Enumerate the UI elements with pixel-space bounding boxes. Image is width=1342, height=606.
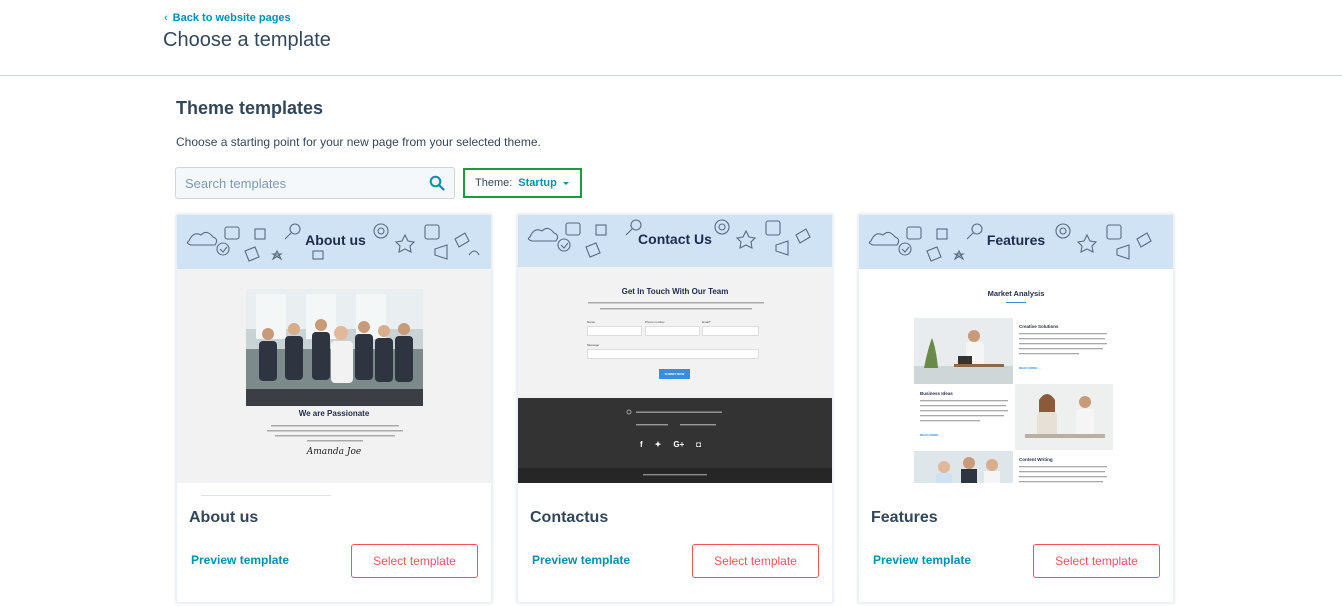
search-templates-box (175, 167, 455, 199)
social-icons: f ✦ G+ ◘ (640, 440, 701, 449)
text-lines-placeholder (1019, 466, 1107, 483)
form-label-phone: Phone number (645, 320, 665, 324)
thumbnail-footer: f ✦ G+ ◘ (518, 398, 832, 483)
caret-down-icon (562, 181, 569, 185)
twitter-icon: ✦ (654, 440, 662, 449)
chevron-left-icon: ‹ (164, 12, 168, 24)
text-lines-placeholder (1019, 333, 1107, 355)
thumbnail-banner: Features (859, 215, 1173, 269)
section-description: Choose a starting point for your new pag… (176, 135, 541, 149)
select-template-button[interactable]: Select template (1033, 544, 1160, 578)
search-templates-input[interactable] (176, 168, 416, 198)
preview-template-link[interactable]: Preview template (532, 553, 630, 567)
template-name: About us (189, 509, 259, 526)
feature-photo-1 (914, 318, 1013, 384)
theme-filter-value: Startup (518, 177, 557, 189)
text-lines-placeholder (267, 425, 403, 442)
form-field-name (587, 326, 642, 336)
form-label-message: Message (587, 343, 600, 347)
thumbnail-banner-title: Features (986, 232, 1046, 248)
footer-bar (518, 468, 832, 483)
thumbnail-banner: Contact Us (518, 215, 832, 267)
feature-photo-3 (914, 451, 1013, 483)
template-name: Features (871, 509, 938, 526)
template-thumbnail-contactus[interactable]: Contact Us Get In Touch With Our Team Na… (518, 215, 832, 483)
thumbnail-heading: We are Passionate (298, 409, 370, 418)
instagram-icon: ◘ (696, 440, 702, 449)
page-title: Choose a template (163, 29, 331, 51)
template-thumbnail-features[interactable]: Features Market Analysis Creative Soluti… (859, 215, 1173, 483)
preview-template-link[interactable]: Preview template (191, 553, 289, 567)
copyright-line (643, 474, 707, 476)
team-photo (246, 289, 423, 406)
theme-filter-label: Theme: (475, 177, 513, 189)
preview-template-link[interactable]: Preview template (873, 553, 971, 567)
heading-underline (1006, 302, 1026, 303)
text-lines-placeholder (920, 400, 1008, 422)
thumbnail-banner-title: About us (305, 232, 366, 248)
template-card-features: Features Market Analysis Creative Soluti… (858, 214, 1174, 603)
template-card-about-us: About us We are Passionate Amanda Joe Ab… (176, 214, 492, 603)
thumbnail-banner: About us (177, 215, 491, 269)
feature-read-more-2: READ MORE → (920, 433, 943, 437)
facebook-icon: f (640, 440, 643, 449)
form-field-phone (645, 326, 700, 336)
search-icon[interactable] (429, 175, 445, 191)
contact-info-lines (626, 409, 722, 426)
back-link-label: Back to website pages (172, 12, 291, 24)
feature-title-2: Business Ideas (920, 391, 953, 396)
thumbnail-heading: Get In Touch With Our Team (621, 287, 729, 296)
feature-read-more-1: READ MORE → (1019, 366, 1042, 370)
thumbnail-banner-title: Contact Us (638, 231, 712, 247)
text-lines-placeholder (588, 302, 764, 310)
google-plus-icon: G+ (673, 440, 685, 449)
thumbnail-signature: Amanda Joe (306, 447, 362, 457)
thumbnail-body-text (267, 423, 403, 443)
form-field-message (587, 349, 759, 359)
thumbnail-divider (201, 495, 331, 496)
back-to-website-pages-link[interactable]: ‹ Back to website pages (164, 12, 291, 24)
select-template-button[interactable]: Select template (351, 544, 478, 578)
section-title: Theme templates (176, 98, 324, 118)
template-name: Contactus (530, 509, 609, 526)
theme-filter-dropdown[interactable]: Theme: Startup (463, 168, 582, 198)
page-header: ‹ Back to website pages Choose a templat… (0, 0, 1342, 76)
feature-title-3: Content Writing (1019, 457, 1053, 462)
template-thumbnail-about-us[interactable]: About us We are Passionate Amanda Joe (177, 215, 491, 483)
form-submit-button: SUBMIT NOW (659, 369, 690, 379)
form-field-email (702, 326, 759, 336)
form-label-email: Email* (702, 320, 711, 324)
select-template-button[interactable]: Select template (692, 544, 819, 578)
template-card-contactus: Contact Us Get In Touch With Our Team Na… (517, 214, 833, 603)
feature-photo-2 (1015, 384, 1113, 450)
feature-title-1: Creative Solutions (1019, 324, 1059, 329)
thumbnail-heading: Market Analysis (987, 289, 1045, 298)
form-label-name: Name (587, 320, 596, 324)
